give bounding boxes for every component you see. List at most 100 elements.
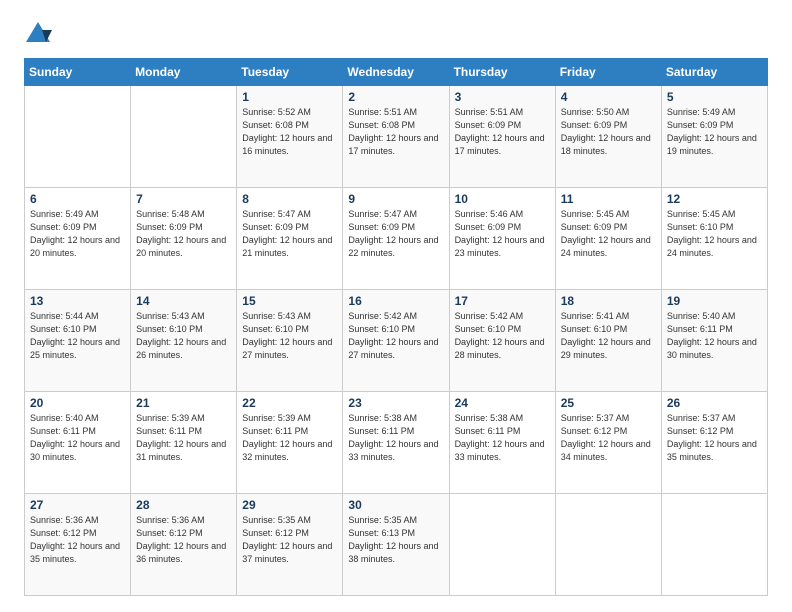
cell-info: Sunrise: 5:39 AM Sunset: 6:11 PM Dayligh… bbox=[136, 412, 231, 464]
calendar-cell: 19 Sunrise: 5:40 AM Sunset: 6:11 PM Dayli… bbox=[661, 290, 767, 392]
cell-info: Sunrise: 5:49 AM Sunset: 6:09 PM Dayligh… bbox=[667, 106, 762, 158]
calendar-cell: 22 Sunrise: 5:39 AM Sunset: 6:11 PM Dayli… bbox=[237, 392, 343, 494]
cell-info: Sunrise: 5:47 AM Sunset: 6:09 PM Dayligh… bbox=[348, 208, 443, 260]
calendar-cell: 6Sunrise: 5:49 AM Sunset: 6:09 PM Daylig… bbox=[25, 188, 131, 290]
calendar-cell: 11 Sunrise: 5:45 AM Sunset: 6:09 PM Dayli… bbox=[555, 188, 661, 290]
cell-info: Sunrise: 5:48 AM Sunset: 6:09 PM Dayligh… bbox=[136, 208, 231, 260]
day-number: 29 bbox=[242, 498, 337, 512]
cell-info: Sunrise: 5:38 AM Sunset: 6:11 PM Dayligh… bbox=[348, 412, 443, 464]
logo bbox=[24, 20, 56, 48]
day-number: 8 bbox=[242, 192, 337, 206]
day-number: 24 bbox=[455, 396, 550, 410]
weekday-header: Sunday bbox=[25, 59, 131, 86]
calendar-cell: 23Sunrise: 5:38 AM Sunset: 6:11 PM Dayli… bbox=[343, 392, 449, 494]
weekday-header: Wednesday bbox=[343, 59, 449, 86]
day-number: 10 bbox=[455, 192, 550, 206]
cell-info: Sunrise: 5:47 AM Sunset: 6:09 PM Dayligh… bbox=[242, 208, 337, 260]
calendar-cell: 10 Sunrise: 5:46 AM Sunset: 6:09 PM Dayli… bbox=[449, 188, 555, 290]
cell-info: Sunrise: 5:35 AM Sunset: 6:12 PM Dayligh… bbox=[242, 514, 337, 566]
cell-info: Sunrise: 5:45 AM Sunset: 6:10 PM Dayligh… bbox=[667, 208, 762, 260]
day-number: 26 bbox=[667, 396, 762, 410]
cell-info: Sunrise: 5:50 AM Sunset: 6:09 PM Dayligh… bbox=[561, 106, 656, 158]
day-number: 16 bbox=[348, 294, 443, 308]
cell-info: Sunrise: 5:42 AM Sunset: 6:10 PM Dayligh… bbox=[348, 310, 443, 362]
calendar-cell: 2 Sunrise: 5:51 AM Sunset: 6:08 PM Daylig… bbox=[343, 86, 449, 188]
cell-info: Sunrise: 5:36 AM Sunset: 6:12 PM Dayligh… bbox=[136, 514, 231, 566]
day-number: 13 bbox=[30, 294, 125, 308]
cell-info: Sunrise: 5:36 AM Sunset: 6:12 PM Dayligh… bbox=[30, 514, 125, 566]
cell-info: Sunrise: 5:51 AM Sunset: 6:08 PM Dayligh… bbox=[348, 106, 443, 158]
calendar-cell: 29 Sunrise: 5:35 AM Sunset: 6:12 PM Dayli… bbox=[237, 494, 343, 596]
cell-info: Sunrise: 5:40 AM Sunset: 6:11 PM Dayligh… bbox=[30, 412, 125, 464]
calendar-cell: 8 Sunrise: 5:47 AM Sunset: 6:09 PM Daylig… bbox=[237, 188, 343, 290]
day-number: 27 bbox=[30, 498, 125, 512]
calendar-cell bbox=[131, 86, 237, 188]
calendar-cell: 16 Sunrise: 5:42 AM Sunset: 6:10 PM Dayli… bbox=[343, 290, 449, 392]
cell-info: Sunrise: 5:37 AM Sunset: 6:12 PM Dayligh… bbox=[561, 412, 656, 464]
weekday-header: Thursday bbox=[449, 59, 555, 86]
cell-info: Sunrise: 5:45 AM Sunset: 6:09 PM Dayligh… bbox=[561, 208, 656, 260]
cell-info: Sunrise: 5:42 AM Sunset: 6:10 PM Dayligh… bbox=[455, 310, 550, 362]
page: SundayMondayTuesdayWednesdayThursdayFrid… bbox=[0, 0, 792, 612]
calendar-table: SundayMondayTuesdayWednesdayThursdayFrid… bbox=[24, 58, 768, 596]
calendar-cell: 7 Sunrise: 5:48 AM Sunset: 6:09 PM Daylig… bbox=[131, 188, 237, 290]
day-number: 20 bbox=[30, 396, 125, 410]
day-number: 5 bbox=[667, 90, 762, 104]
day-number: 22 bbox=[242, 396, 337, 410]
calendar-cell: 28 Sunrise: 5:36 AM Sunset: 6:12 PM Dayli… bbox=[131, 494, 237, 596]
calendar-cell: 30 Sunrise: 5:35 AM Sunset: 6:13 PM Dayli… bbox=[343, 494, 449, 596]
day-number: 15 bbox=[242, 294, 337, 308]
calendar-week-row: 1 Sunrise: 5:52 AM Sunset: 6:08 PM Daylig… bbox=[25, 86, 768, 188]
calendar-cell: 27 Sunrise: 5:36 AM Sunset: 6:12 PM Dayli… bbox=[25, 494, 131, 596]
calendar-cell: 26 Sunrise: 5:37 AM Sunset: 6:12 PM Dayli… bbox=[661, 392, 767, 494]
day-number: 6 bbox=[30, 192, 125, 206]
calendar-cell bbox=[555, 494, 661, 596]
cell-info: Sunrise: 5:43 AM Sunset: 6:10 PM Dayligh… bbox=[136, 310, 231, 362]
day-number: 17 bbox=[455, 294, 550, 308]
day-number: 18 bbox=[561, 294, 656, 308]
logo-icon bbox=[24, 20, 52, 48]
day-number: 4 bbox=[561, 90, 656, 104]
day-number: 7 bbox=[136, 192, 231, 206]
day-number: 21 bbox=[136, 396, 231, 410]
calendar-week-row: 6Sunrise: 5:49 AM Sunset: 6:09 PM Daylig… bbox=[25, 188, 768, 290]
calendar-cell: 18 Sunrise: 5:41 AM Sunset: 6:10 PM Dayli… bbox=[555, 290, 661, 392]
cell-info: Sunrise: 5:52 AM Sunset: 6:08 PM Dayligh… bbox=[242, 106, 337, 158]
calendar-cell bbox=[661, 494, 767, 596]
day-number: 11 bbox=[561, 192, 656, 206]
cell-info: Sunrise: 5:35 AM Sunset: 6:13 PM Dayligh… bbox=[348, 514, 443, 566]
day-number: 2 bbox=[348, 90, 443, 104]
day-number: 3 bbox=[455, 90, 550, 104]
day-number: 14 bbox=[136, 294, 231, 308]
day-number: 19 bbox=[667, 294, 762, 308]
calendar-cell: 13 Sunrise: 5:44 AM Sunset: 6:10 PM Dayli… bbox=[25, 290, 131, 392]
day-number: 9 bbox=[348, 192, 443, 206]
calendar-cell: 20 Sunrise: 5:40 AM Sunset: 6:11 PM Dayli… bbox=[25, 392, 131, 494]
weekday-header: Monday bbox=[131, 59, 237, 86]
calendar-cell: 17 Sunrise: 5:42 AM Sunset: 6:10 PM Dayli… bbox=[449, 290, 555, 392]
weekday-header: Friday bbox=[555, 59, 661, 86]
calendar-cell bbox=[25, 86, 131, 188]
day-number: 1 bbox=[242, 90, 337, 104]
cell-info: Sunrise: 5:37 AM Sunset: 6:12 PM Dayligh… bbox=[667, 412, 762, 464]
day-number: 25 bbox=[561, 396, 656, 410]
calendar-cell: 25 Sunrise: 5:37 AM Sunset: 6:12 PM Dayli… bbox=[555, 392, 661, 494]
cell-info: Sunrise: 5:46 AM Sunset: 6:09 PM Dayligh… bbox=[455, 208, 550, 260]
calendar-cell: 14 Sunrise: 5:43 AM Sunset: 6:10 PM Dayli… bbox=[131, 290, 237, 392]
calendar-cell: 12 Sunrise: 5:45 AM Sunset: 6:10 PM Dayli… bbox=[661, 188, 767, 290]
cell-info: Sunrise: 5:39 AM Sunset: 6:11 PM Dayligh… bbox=[242, 412, 337, 464]
cell-info: Sunrise: 5:40 AM Sunset: 6:11 PM Dayligh… bbox=[667, 310, 762, 362]
cell-info: Sunrise: 5:38 AM Sunset: 6:11 PM Dayligh… bbox=[455, 412, 550, 464]
calendar-cell: 4 Sunrise: 5:50 AM Sunset: 6:09 PM Daylig… bbox=[555, 86, 661, 188]
day-number: 30 bbox=[348, 498, 443, 512]
weekday-header: Tuesday bbox=[237, 59, 343, 86]
weekday-header-row: SundayMondayTuesdayWednesdayThursdayFrid… bbox=[25, 59, 768, 86]
calendar-cell: 24 Sunrise: 5:38 AM Sunset: 6:11 PM Dayli… bbox=[449, 392, 555, 494]
cell-info: Sunrise: 5:51 AM Sunset: 6:09 PM Dayligh… bbox=[455, 106, 550, 158]
calendar-cell: 1 Sunrise: 5:52 AM Sunset: 6:08 PM Daylig… bbox=[237, 86, 343, 188]
cell-info: Sunrise: 5:44 AM Sunset: 6:10 PM Dayligh… bbox=[30, 310, 125, 362]
calendar-cell: 15Sunrise: 5:43 AM Sunset: 6:10 PM Dayli… bbox=[237, 290, 343, 392]
day-number: 12 bbox=[667, 192, 762, 206]
cell-info: Sunrise: 5:41 AM Sunset: 6:10 PM Dayligh… bbox=[561, 310, 656, 362]
day-number: 28 bbox=[136, 498, 231, 512]
